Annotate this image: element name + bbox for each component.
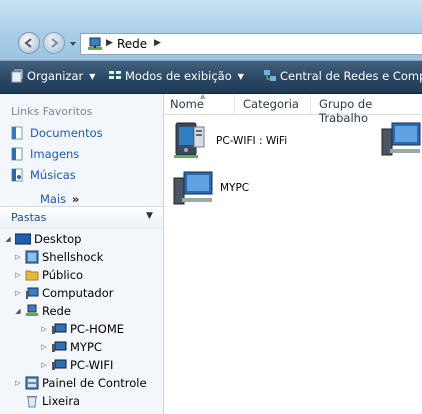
collapsed-triangle-icon[interactable]: ▷ [14, 253, 22, 261]
folder-icon [25, 270, 39, 281]
tree-label: Painel de Controle [42, 376, 147, 390]
tree-label: PC-WIFI [70, 358, 114, 372]
network-center-icon [264, 70, 276, 81]
forward-button[interactable] [43, 32, 65, 54]
tree-item-rede[interactable]: ◢ Rede [14, 304, 71, 318]
command-toolbar: Organizar ▼ Modos de exibição ▼ Central … [0, 61, 422, 94]
network-computer-icon [173, 171, 213, 205]
forward-arrow-icon [51, 38, 59, 48]
tree-label: Rede [42, 304, 71, 318]
explorer-window: ▶ Rede ▶ Organizar ▼ Modos de exibição ▼… [0, 0, 422, 414]
network-icon [88, 37, 102, 50]
tree-label: Computador [42, 286, 114, 300]
media-device-icon [174, 122, 205, 158]
favorite-documentos[interactable]: Documentos [10, 126, 103, 140]
favorite-label: Documentos [30, 126, 103, 140]
recent-pages-dropdown-icon[interactable] [69, 40, 77, 48]
tree-item-pc-home[interactable]: ▷ PC-HOME [40, 322, 124, 336]
column-nome[interactable]: Nome [170, 97, 204, 111]
collapsed-triangle-icon[interactable]: ▷ [40, 361, 48, 369]
network-item-pc-wifi[interactable]: PC-WIFI : WiFi [170, 121, 287, 161]
favorite-musicas[interactable]: Músicas [10, 168, 76, 182]
network-computer-icon [381, 122, 421, 156]
recycle-bin-icon [27, 396, 37, 408]
tree-item-pc-wifi[interactable]: ▷ PC-WIFI [40, 358, 113, 372]
tree-item-shellshock[interactable]: ▷ Shellshock [14, 250, 103, 264]
network-item-partial[interactable] [378, 119, 422, 159]
breadcrumb-chevron-icon[interactable]: ▶ [154, 38, 161, 48]
back-button[interactable] [18, 32, 40, 54]
tree-label: Público [42, 268, 84, 282]
views-icon [109, 71, 121, 79]
network-center-button[interactable]: Central de Redes e Compart [263, 69, 422, 83]
tree-item-lixeira[interactable]: Lixeira [25, 394, 80, 408]
views-label: Modos de exibição [125, 69, 232, 83]
network-computer-icon [52, 359, 67, 370]
desktop-icon [15, 233, 31, 245]
tree-item-mypc[interactable]: ▷ MYPC [40, 340, 102, 354]
expanded-triangle-icon[interactable]: ◢ [14, 307, 22, 315]
chevron-down-icon: ▼ [237, 71, 244, 81]
tree-label: Desktop [34, 232, 82, 246]
collapsed-triangle-icon[interactable]: ▷ [14, 379, 22, 387]
title-bar: ▶ Rede ▶ [0, 0, 422, 61]
documents-icon [11, 126, 23, 140]
collapsed-triangle-icon[interactable]: ▷ [14, 289, 22, 297]
network-icon [26, 304, 38, 316]
content-pane: ▲ Nome Categoria Grupo de Trabalho PC-WI… [164, 92, 422, 414]
folders-header[interactable]: Pastas ▼ [0, 207, 163, 229]
item-label: PC-WIFI : WiFi [216, 135, 288, 147]
favorite-label: Imagens [30, 147, 80, 161]
column-divider[interactable] [234, 94, 235, 114]
music-icon [11, 168, 23, 182]
favorites-header: Links Favoritos [11, 105, 93, 118]
favorite-label: Músicas [30, 168, 76, 182]
pictures-icon [11, 147, 23, 161]
column-divider[interactable] [310, 94, 311, 114]
tree-item-computador[interactable]: ▷ Computador [14, 286, 113, 300]
network-item-mypc[interactable]: MYPC [170, 168, 249, 208]
more-link[interactable]: Mais » [40, 192, 79, 206]
control-panel-icon [25, 376, 39, 390]
chevron-down-icon: ▼ [89, 71, 96, 81]
views-button[interactable]: Modos de exibição ▼ [108, 69, 244, 83]
network-center-label: Central de Redes e Compart [280, 69, 422, 83]
tree-label: Shellshock [42, 250, 104, 264]
tree-label: PC-HOME [70, 322, 125, 336]
tree-label: Lixeira [42, 394, 81, 408]
collapsed-triangle-icon[interactable]: ▷ [40, 325, 48, 333]
address-bar[interactable]: ▶ Rede ▶ [80, 33, 422, 55]
column-header: ▲ Nome Categoria Grupo de Trabalho [164, 92, 422, 125]
tree-item-desktop[interactable]: ◢ Desktop [4, 232, 81, 246]
organize-button[interactable]: Organizar ▼ [10, 69, 95, 83]
breadcrumb-rede[interactable]: Rede [117, 37, 147, 51]
navigation-pane: Links Favoritos Documentos Imagens Músic… [0, 94, 164, 414]
computer-icon [26, 287, 39, 299]
item-label: MYPC [220, 182, 250, 194]
user-folder-icon [25, 250, 39, 264]
network-computer-icon [52, 341, 67, 352]
tree-item-painel-de-controle[interactable]: ▷ Painel de Controle [14, 376, 147, 390]
organize-icon [11, 69, 23, 83]
tree-item-publico[interactable]: ▷ Público [14, 268, 83, 282]
expanded-triangle-icon[interactable]: ◢ [4, 235, 12, 243]
double-chevron-right-icon: » [71, 192, 80, 206]
more-label: Mais [40, 192, 67, 206]
network-computer-icon [52, 323, 67, 334]
folders-label: Pastas [11, 211, 47, 224]
collapsed-triangle-icon[interactable]: ▷ [14, 271, 22, 279]
organize-label: Organizar [27, 69, 84, 83]
favorite-imagens[interactable]: Imagens [10, 147, 79, 161]
chevron-down-icon: ▼ [146, 211, 153, 221]
column-categoria[interactable]: Categoria [243, 97, 299, 111]
collapsed-triangle-icon[interactable]: ▷ [40, 343, 48, 351]
back-arrow-icon [24, 38, 32, 48]
breadcrumb-separator-icon[interactable]: ▶ [106, 38, 113, 48]
tree-label: MYPC [70, 340, 102, 354]
